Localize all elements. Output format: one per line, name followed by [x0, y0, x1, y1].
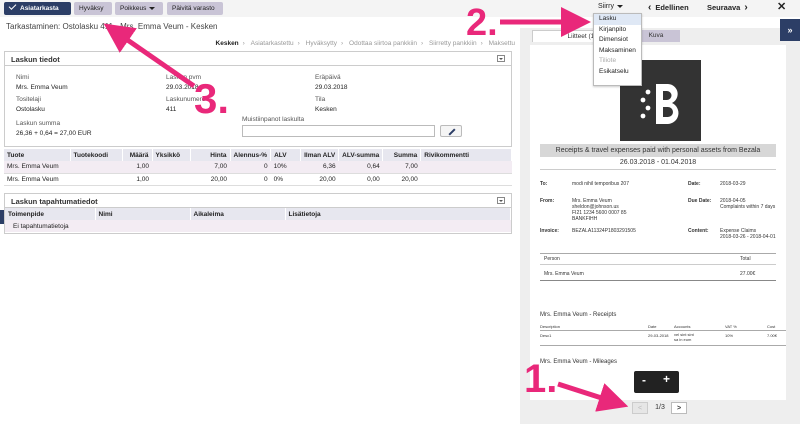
annotation-1: 1. [524, 357, 558, 401]
annotation-3: 3. [194, 75, 230, 122]
annotation-2: 2. [466, 2, 498, 44]
annotation-arrows [103, 7, 629, 412]
arrow-3 [103, 23, 196, 89]
arrow-1 [557, 381, 629, 412]
